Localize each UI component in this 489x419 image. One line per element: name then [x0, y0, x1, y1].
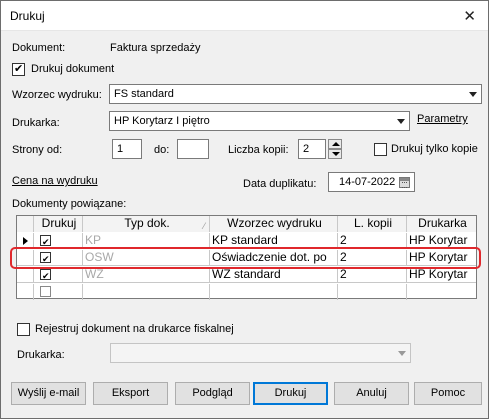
pages-to-label: do: [154, 144, 170, 156]
template-cell[interactable]: WZ standard [210, 267, 338, 283]
title-bar: Drukuj ✕ [1, 1, 488, 31]
column-header[interactable]: L. kopii [338, 216, 407, 232]
document-value: Faktura sprzedaży [110, 42, 201, 54]
fiscal-register-label: Rejestruj dokument na drukarce fiskalnej [35, 323, 234, 335]
copies-input[interactable]: 2 [298, 139, 326, 159]
send-email-button[interactable]: Wyślij e-mail [11, 382, 86, 405]
row-indicator [17, 267, 34, 283]
doc-type-cell [83, 284, 210, 300]
print-checkbox[interactable] [40, 269, 51, 283]
copies-value: 2 [303, 143, 310, 155]
duplicate-date-value: 14-07-2022 [339, 176, 396, 188]
doc-type-cell: WZ [83, 267, 210, 283]
help-button[interactable]: Pomoc [414, 382, 482, 405]
copies-stepper[interactable] [328, 139, 342, 159]
print-checkbox[interactable] [40, 235, 51, 249]
parameters-link[interactable]: Parametry [417, 113, 468, 125]
print-copies-only-checkbox[interactable] [374, 143, 387, 156]
print-cell[interactable] [34, 267, 83, 283]
print-checkbox[interactable] [40, 286, 51, 297]
printer-cell[interactable]: HP Korytar [407, 267, 476, 283]
table-header: Drukuj Typ dok. ⁄ Wzorzec wydruku L. kopi… [17, 216, 476, 232]
print-button[interactable]: Drukuj [253, 382, 328, 405]
fiscal-printer-select[interactable] [110, 343, 411, 363]
template-cell[interactable] [210, 284, 338, 300]
row-indicator [17, 284, 34, 300]
duplicate-date-label: Data duplikatu: [243, 178, 317, 190]
price-on-print-link[interactable]: Cena na wydruku [12, 175, 98, 187]
duplicate-date-input[interactable]: 14-07-2022 [328, 172, 415, 192]
document-label: Dokument: [12, 42, 66, 54]
sort-icon: ⁄ [203, 221, 205, 231]
calendar-icon[interactable] [399, 177, 410, 188]
chevron-down-icon [398, 351, 406, 356]
printer-select[interactable]: HP Korytarz I piętro [109, 111, 410, 131]
dialog-title: Drukuj [10, 9, 45, 23]
template-value: FS standard [114, 88, 174, 100]
column-header[interactable]: Drukarka [407, 216, 476, 232]
fiscal-register-checkbox[interactable] [17, 323, 30, 336]
increment-icon[interactable] [328, 139, 342, 149]
print-document-label: Drukuj dokument [31, 63, 115, 75]
copies-label: Liczba kopii: [228, 144, 289, 156]
chevron-down-icon [397, 119, 405, 124]
related-docs-label: Dokumenty powiązane: [12, 198, 127, 210]
print-document-checkbox[interactable] [12, 62, 25, 76]
close-icon[interactable]: ✕ [463, 7, 476, 25]
column-header[interactable]: Typ dok. ⁄ [83, 216, 210, 232]
highlight-annotation [10, 247, 481, 269]
print-cell[interactable] [34, 284, 83, 300]
table-row[interactable]: WZ WZ standard 2 HP Korytar [17, 267, 476, 283]
row-header-corner [17, 216, 34, 232]
printer-label: Drukarka: [12, 117, 60, 129]
print-dialog: Drukuj ✕ Dokument: Faktura sprzedaży Dru… [0, 0, 489, 419]
current-row-icon [23, 237, 28, 245]
chevron-down-icon [469, 92, 477, 97]
printer-cell[interactable] [407, 284, 476, 300]
print-copies-only-label: Drukuj tylko kopie [391, 143, 478, 155]
pages-from-label: Strony od: [12, 144, 63, 156]
preview-button[interactable]: Podgląd [175, 382, 250, 405]
copies-cell[interactable]: 2 [338, 267, 407, 283]
column-header-label: Typ dok. [124, 216, 170, 230]
template-label: Wzorzec wydruku: [12, 89, 102, 101]
pages-to-input[interactable] [177, 139, 209, 159]
pages-from-value: 1 [117, 143, 124, 155]
column-header[interactable]: Wzorzec wydruku [210, 216, 338, 232]
export-button[interactable]: Eksport [93, 382, 168, 405]
cancel-button[interactable]: Anuluj [334, 382, 409, 405]
copies-cell[interactable] [338, 284, 407, 300]
decrement-icon[interactable] [328, 149, 342, 159]
template-select[interactable]: FS standard [109, 84, 482, 104]
fiscal-printer-label: Drukarka: [17, 349, 65, 361]
pages-from-input[interactable]: 1 [112, 139, 142, 159]
column-header[interactable]: Drukuj [34, 216, 83, 232]
printer-value: HP Korytarz I piętro [114, 115, 210, 127]
table-row[interactable] [17, 284, 476, 300]
